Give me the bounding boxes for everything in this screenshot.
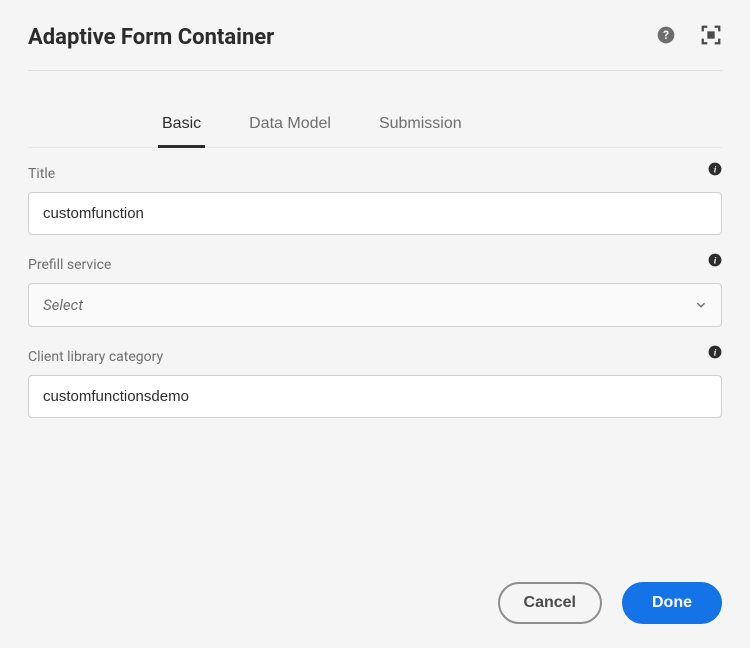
client-lib-input[interactable]: [28, 375, 722, 418]
dialog-title: Adaptive Form Container: [28, 25, 274, 50]
done-button[interactable]: Done: [622, 582, 722, 624]
cancel-button[interactable]: Cancel: [498, 582, 602, 624]
help-icon[interactable]: ?: [656, 25, 676, 49]
svg-text:i: i: [714, 166, 717, 176]
svg-text:?: ?: [663, 28, 669, 42]
prefill-label: Prefill service: [28, 257, 722, 273]
title-input[interactable]: [28, 192, 722, 235]
client-lib-label: Client library category: [28, 349, 722, 365]
tab-basic[interactable]: Basic: [138, 103, 225, 147]
prefill-select[interactable]: Select: [28, 283, 722, 327]
title-label: Title: [28, 166, 722, 182]
tab-data-model[interactable]: Data Model: [225, 103, 355, 147]
tab-submission[interactable]: Submission: [355, 103, 486, 147]
svg-text:i: i: [714, 349, 717, 359]
tab-list: Basic Data Model Submission: [28, 103, 722, 148]
fullscreen-icon[interactable]: [700, 24, 722, 50]
svg-text:i: i: [714, 257, 717, 267]
